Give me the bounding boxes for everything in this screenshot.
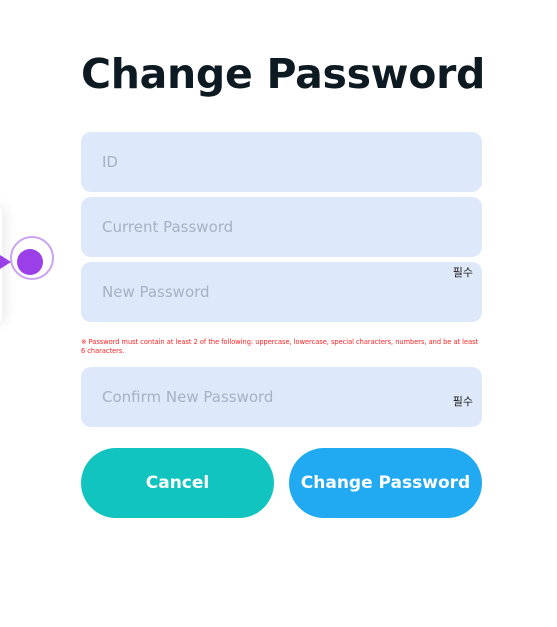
cancel-button[interactable]: Cancel <box>81 448 274 518</box>
new-password-input[interactable] <box>81 262 482 322</box>
confirm-password-input[interactable] <box>81 367 482 427</box>
page-title: Change Password <box>81 50 486 98</box>
current-password-field[interactable] <box>81 197 482 257</box>
confirm-password-field[interactable]: 필수 <box>81 367 482 427</box>
id-input[interactable] <box>81 132 482 192</box>
change-password-page: Change Password 필수 ※ Password must conta… <box>0 0 557 627</box>
change-password-button[interactable]: Change Password <box>289 448 482 518</box>
current-password-input[interactable] <box>81 197 482 257</box>
cursor-arrow-icon <box>0 255 11 269</box>
id-field[interactable] <box>81 132 482 192</box>
new-password-field[interactable]: 필수 <box>81 262 482 322</box>
cursor-dot <box>17 249 43 275</box>
cursor-indicator <box>0 235 56 287</box>
password-rule-hint: ※ Password must contain at least 2 of th… <box>81 338 479 355</box>
